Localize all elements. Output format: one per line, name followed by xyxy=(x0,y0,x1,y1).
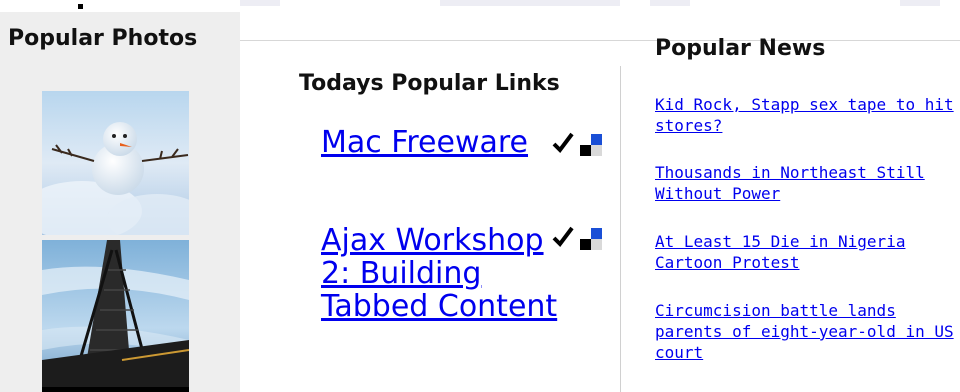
popular-link[interactable]: Mac Freeware xyxy=(321,126,571,159)
bridge-photo-icon xyxy=(42,240,189,387)
checkmark-rating-icon[interactable] xyxy=(552,128,612,160)
checkmark-rating-icon[interactable] xyxy=(552,222,612,254)
strip-mark xyxy=(240,0,280,6)
news-link[interactable]: Circumcision battle lands parents of eig… xyxy=(655,301,954,362)
strip-mark xyxy=(440,0,620,6)
news-link[interactable]: Thousands in Northeast Still Without Pow… xyxy=(655,163,925,203)
news-item: At Least 15 Die in Nigeria Cartoon Prote… xyxy=(655,231,960,273)
popular-news-title: Popular News xyxy=(655,36,826,61)
news-item: Circumcision battle lands parents of eig… xyxy=(655,300,960,363)
top-strip xyxy=(0,0,960,10)
photo-strip-edge xyxy=(42,387,189,392)
news-item: Thousands in Northeast Still Without Pow… xyxy=(655,162,960,204)
popular-photos-title: Popular Photos xyxy=(8,26,198,51)
strip-mark xyxy=(650,0,690,6)
popular-link-item: Ajax Workshop 2: Building Tabbed Content xyxy=(321,224,571,323)
bridge-photo[interactable] xyxy=(42,240,189,387)
popular-links-title: Todays Popular Links xyxy=(299,71,560,96)
news-item: Kid Rock, Stapp sex tape to hit stores? xyxy=(655,94,960,136)
snowman-photo-icon xyxy=(42,91,189,235)
popular-link[interactable]: Ajax Workshop 2: Building Tabbed Content xyxy=(321,224,571,323)
popular-link-item: Mac Freeware xyxy=(321,126,571,159)
news-link[interactable]: At Least 15 Die in Nigeria Cartoon Prote… xyxy=(655,232,905,272)
header-rule xyxy=(240,40,960,41)
strip-mark xyxy=(900,0,940,6)
strip-dot xyxy=(78,4,83,9)
checkmark-rating-icon-svg xyxy=(552,132,602,156)
snowman-photo[interactable] xyxy=(42,91,189,235)
news-link[interactable]: Kid Rock, Stapp sex tape to hit stores? xyxy=(655,95,954,135)
checkmark-rating-icon-svg xyxy=(552,226,602,250)
column-divider xyxy=(620,66,621,392)
